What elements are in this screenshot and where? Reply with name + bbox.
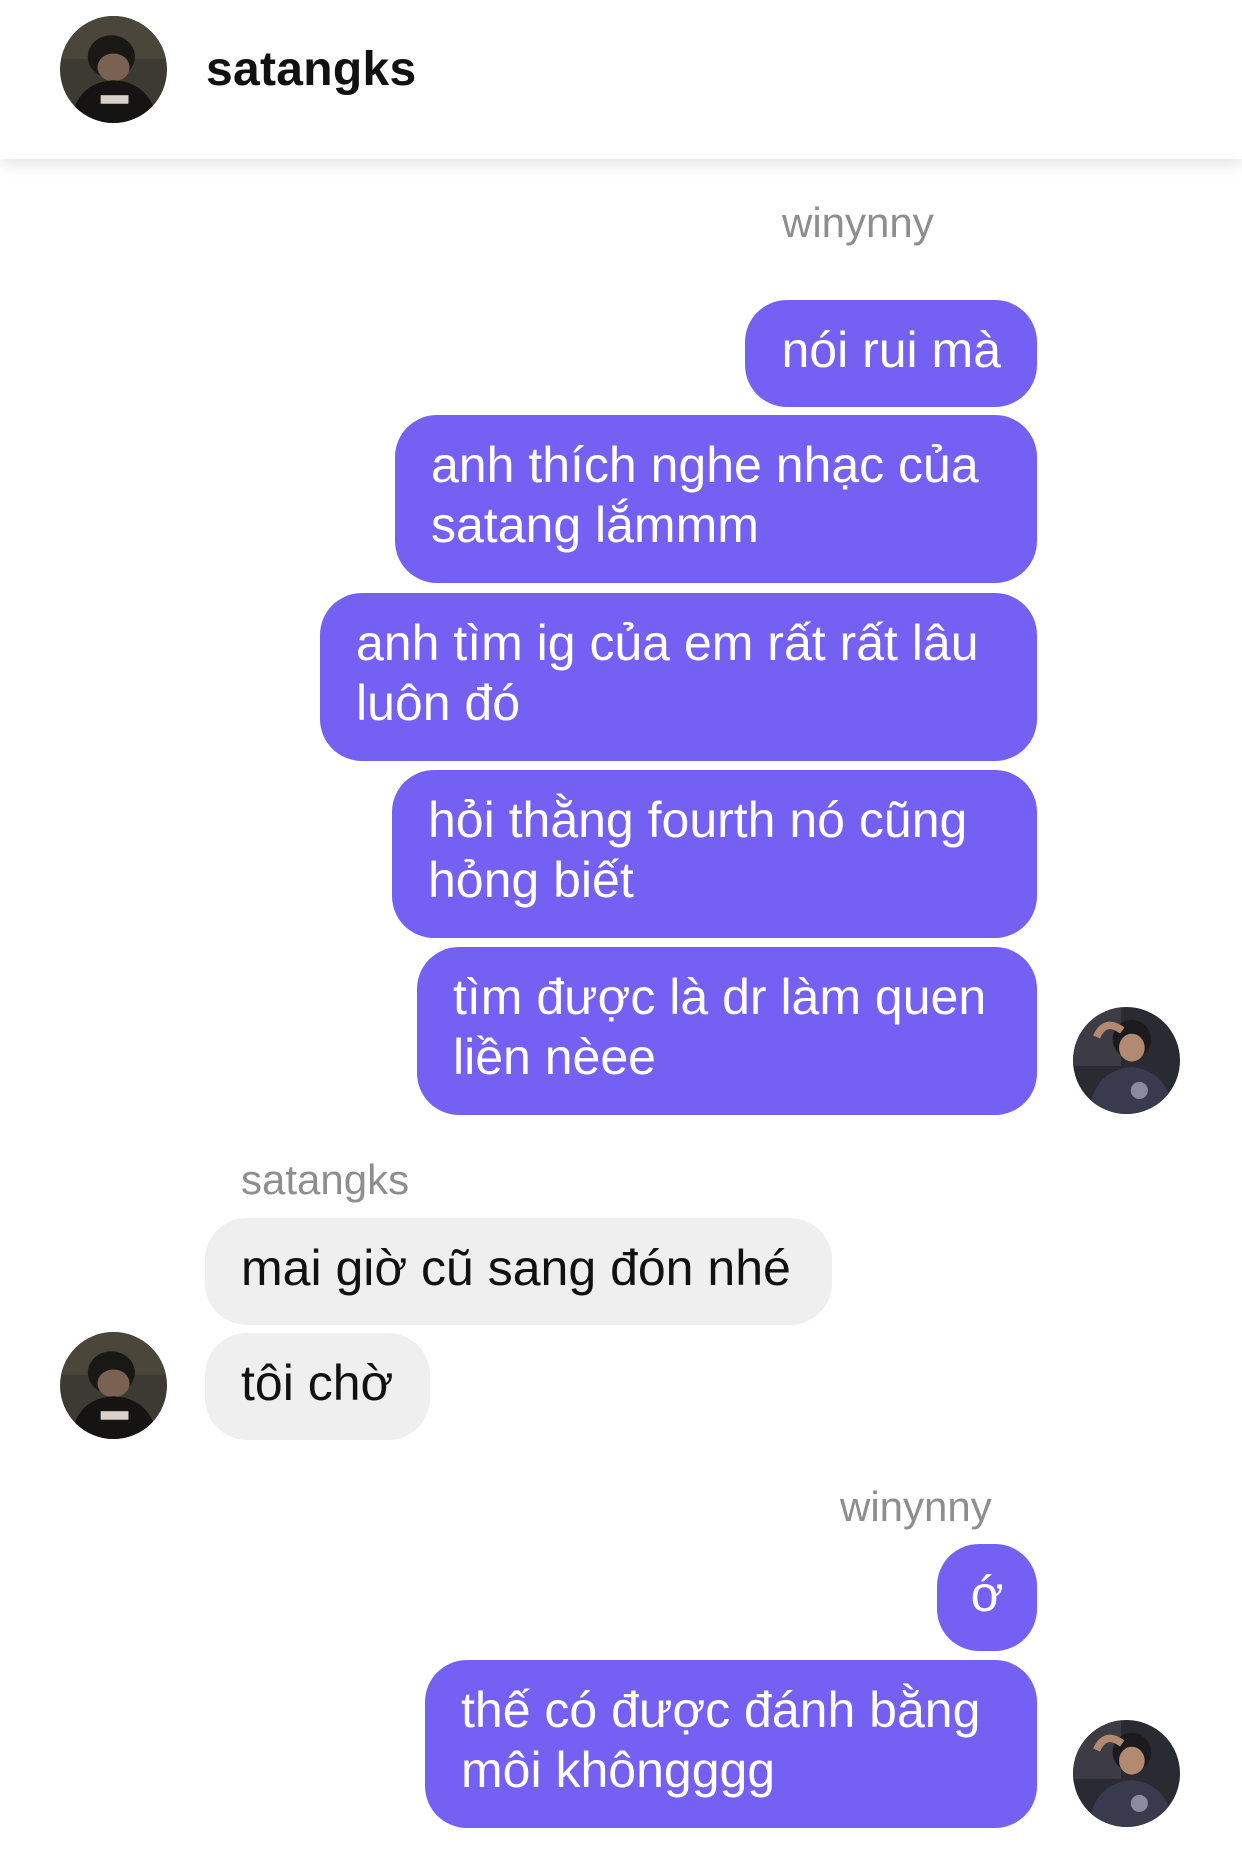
sender-avatar-icon[interactable] — [1073, 1720, 1180, 1827]
outgoing-message[interactable]: nói rui mà — [745, 300, 1037, 407]
sender-avatar-icon[interactable] — [1073, 1007, 1180, 1114]
header-avatar-icon[interactable] — [60, 16, 167, 123]
outgoing-message[interactable]: anh thích nghe nhạc của satang lắmmm — [395, 415, 1037, 583]
outgoing-message[interactable]: thế có được đánh bằng môi khôngggg — [425, 1660, 1037, 1828]
outgoing-message[interactable]: tìm được là dr làm quen liền nèee — [417, 947, 1037, 1115]
chat-header: satangks — [0, 0, 1242, 159]
incoming-message[interactable]: mai giờ cũ sang đón nhé — [205, 1218, 832, 1325]
outgoing-message[interactable]: hỏi thằng fourth nó cũng hỏng biết — [392, 770, 1037, 938]
sender-label: winynny — [782, 199, 934, 246]
sender-avatar-icon[interactable] — [60, 1332, 167, 1439]
outgoing-message[interactable]: ớ — [937, 1544, 1037, 1651]
sender-label: satangks — [241, 1156, 410, 1203]
sender-label: winynny — [840, 1483, 992, 1530]
chat-username[interactable]: satangks — [206, 40, 417, 100]
incoming-message[interactable]: tôi chờ — [205, 1333, 430, 1440]
outgoing-message[interactable]: anh tìm ig của em rất rất lâu luôn đó — [320, 593, 1037, 761]
